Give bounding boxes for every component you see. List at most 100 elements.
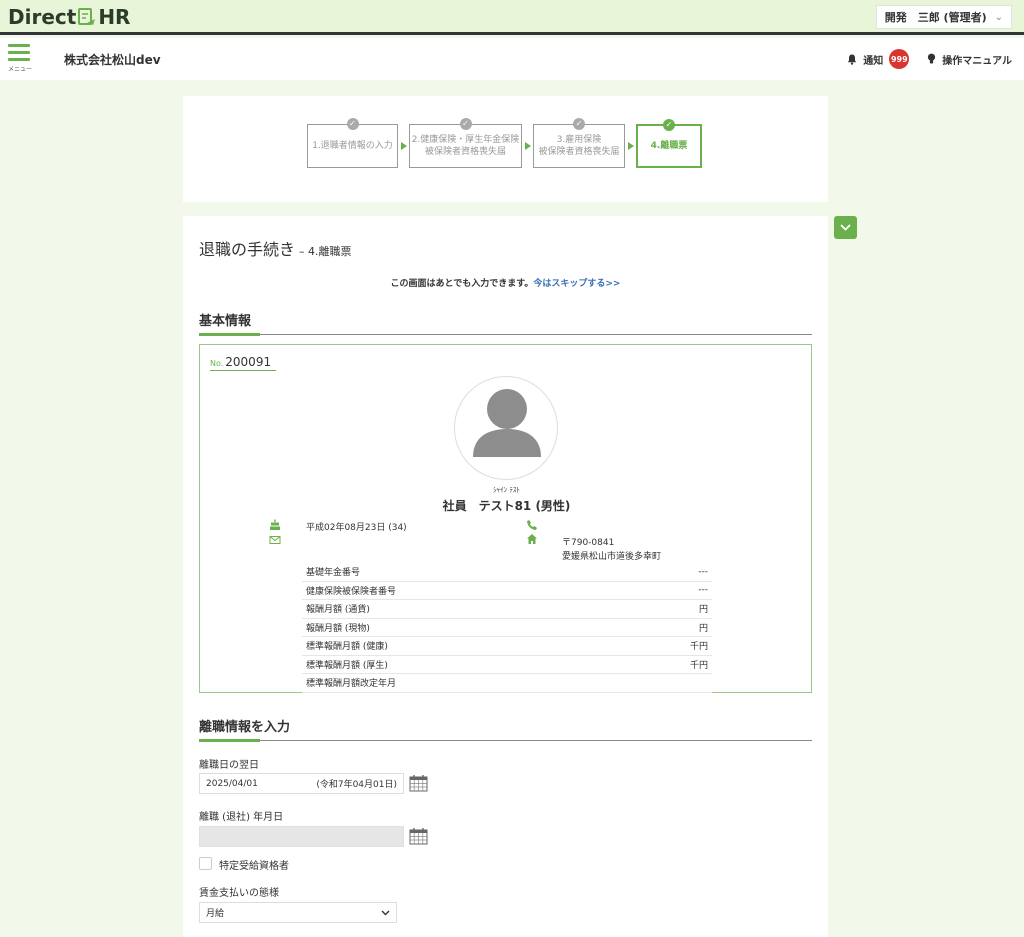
menu-button[interactable]: メニュー <box>8 44 33 73</box>
payment-type-value: 月給 <box>206 909 225 919</box>
notification-link[interactable]: 通知 <box>863 52 883 67</box>
avatar <box>454 376 558 480</box>
section-basic-info: 基本情報 <box>199 310 812 336</box>
notice-message: この画面はあとでも入力できます。 <box>390 279 534 289</box>
row-value: 円 <box>698 623 708 634</box>
manual-link[interactable]: 操作マニュアル <box>942 52 1012 67</box>
notification-count-badge[interactable]: 999 <box>889 49 910 69</box>
step-3: ✓ 3.雇用保険 被保険者資格喪失届 <box>533 118 625 168</box>
check-icon: ✓ <box>573 118 585 130</box>
row-label: 報酬月額 (現物) <box>306 623 370 634</box>
row-label: 報酬月額 (通貨) <box>306 605 370 616</box>
row-label: 標準報酬月額改定年月 <box>306 679 397 690</box>
step-arrow-icon <box>401 142 407 150</box>
step-arrow-icon <box>525 142 531 150</box>
row-label: 標準報酬月額 (厚生) <box>306 660 388 671</box>
step-arrow-icon <box>628 142 634 150</box>
special-qualified-checkbox[interactable] <box>199 857 212 870</box>
employee-info-box: No. 200091 ｼｬｲﾝ ﾃｽﾄ 社員 テスト81 (男性) 平成02年08… <box>199 344 812 693</box>
row-value: 千円 <box>689 660 708 671</box>
next-day-date-value: 2025/04/01 <box>206 778 258 789</box>
birthdate: 平成02年08月23日 (34) <box>306 523 407 533</box>
chevron-down-icon <box>381 910 390 915</box>
step-label: 3.雇用保険 <box>556 135 602 145</box>
main-card: 退職の手続き – 4.離職票 この画面はあとでも入力できます。今はスキップする>>… <box>183 216 828 937</box>
step-label: 被保険者資格喪失届 <box>424 147 506 157</box>
chevron-down-icon <box>840 224 851 231</box>
row-label: 標準報酬月額 (健康) <box>306 642 388 653</box>
info-row-monthly-pay-in-kind: 報酬月額 (現物) 円 <box>302 619 712 637</box>
phone-icon <box>527 520 537 530</box>
collapse-button[interactable] <box>834 216 857 239</box>
info-row-standard-pay-health: 標準報酬月額 (健康) 千円 <box>302 637 712 656</box>
row-label: 基礎年金番号 <box>306 568 361 579</box>
postal-code: 〒790-0841 <box>562 538 615 548</box>
employee-number-prefix: No. <box>210 359 224 368</box>
bell-icon[interactable] <box>847 54 857 65</box>
lightbulb-icon[interactable] <box>927 53 936 65</box>
row-value: 千円 <box>689 642 708 653</box>
next-day-label: 離職日の翌日 <box>199 760 259 771</box>
hamburger-icon-bar <box>8 51 30 54</box>
info-row-standard-pay-revision: 標準報酬月額改定年月 <box>302 674 712 693</box>
payment-type-label: 賃金支払いの態様 <box>199 888 279 899</box>
row-value: 円 <box>698 605 708 616</box>
row-value: --- <box>698 585 708 596</box>
company-name: 株式会社松山dev <box>64 53 161 67</box>
check-icon: ✓ <box>663 119 675 131</box>
page-subtitle: – 4.離職票 <box>299 245 352 258</box>
next-day-wareki: (令和7年04月01日) <box>316 780 397 790</box>
menu-label: メニュー <box>8 66 33 73</box>
retire-date-input[interactable] <box>199 826 404 847</box>
step-label: 2.健康保険・厚生年金保険 <box>411 135 520 145</box>
calendar-icon[interactable] <box>409 774 428 792</box>
special-qualified-label: 特定受給資格者 <box>219 861 289 872</box>
skip-link[interactable]: 今はスキップする>> <box>533 279 620 289</box>
user-menu-dropdown[interactable]: 開発 三郎 (管理者) ⌄ <box>875 5 1012 29</box>
next-day-date-input[interactable]: 2025/04/01 (令和7年04月01日) <box>199 773 404 794</box>
chevron-down-icon: ⌄ <box>994 11 1003 23</box>
logo-text-direct: Direct <box>8 5 77 29</box>
home-icon <box>527 534 537 544</box>
step-1: ✓ 1.退職者情報の入力 <box>307 118 398 168</box>
step-label: 被保険者資格喪失届 <box>538 147 620 157</box>
employee-number: No. 200091 <box>210 355 276 371</box>
app-header: メニュー 株式会社松山dev 通知 999 操作マニュアル <box>0 38 1024 80</box>
step-label: 1.退職者情報の入力 <box>312 141 393 151</box>
employee-name: 社員 テスト81 (男性) <box>442 499 571 513</box>
info-row-pension-number: 基礎年金番号 --- <box>302 563 712 582</box>
page-title-text: 退職の手続き <box>199 240 296 259</box>
header-actions: 通知 999 操作マニュアル <box>847 49 1012 69</box>
check-icon: ✓ <box>346 118 359 130</box>
steps-panel: ✓ 1.退職者情報の入力 ✓ 2.健康保険・厚生年金保険 被保険者資格喪失届 ✓… <box>183 96 828 202</box>
employee-name-kana: ｼｬｲﾝ ﾃｽﾄ <box>493 486 520 494</box>
row-value: --- <box>698 566 708 577</box>
hamburger-icon-bar <box>8 58 30 61</box>
page-title: 退職の手続き – 4.離職票 <box>199 236 352 260</box>
payment-type-select[interactable]: 月給 <box>199 902 397 923</box>
app-logo[interactable]: Direct HR <box>8 5 130 29</box>
row-label: 健康保険被保険者番号 <box>306 586 397 597</box>
check-icon: ✓ <box>459 118 472 130</box>
top-bar: Direct HR 開発 三郎 (管理者) ⌄ <box>0 0 1024 35</box>
address: 愛媛県松山市道後多幸町 <box>562 552 662 562</box>
step-label: 4.離職票 <box>650 141 688 151</box>
user-name: 開発 三郎 (管理者) <box>884 11 987 24</box>
hamburger-icon <box>8 44 30 47</box>
logo-document-icon <box>78 8 96 25</box>
retire-date-label: 離職 (退社) 年月日 <box>199 812 284 823</box>
person-icon <box>473 389 541 457</box>
info-row-monthly-pay-currency: 報酬月額 (通貨) 円 <box>302 600 712 619</box>
calendar-icon[interactable] <box>409 827 428 845</box>
notice-text: この画面はあとでも入力できます。今はスキップする>> <box>183 276 828 289</box>
step-4-active: ✓ 4.離職票 <box>636 119 702 168</box>
mail-icon <box>269 536 281 544</box>
section-retire-info: 離職情報を入力 <box>199 716 812 742</box>
step-2: ✓ 2.健康保険・厚生年金保険 被保険者資格喪失届 <box>409 118 522 168</box>
insurance-info-list: 基礎年金番号 --- 健康保険被保険者番号 --- 報酬月額 (通貨) 円 報酬月額 … <box>302 563 712 693</box>
info-row-standard-pay-pension: 標準報酬月額 (厚生) 千円 <box>302 656 712 674</box>
logo-text-hr: HR <box>98 5 131 29</box>
employee-number-value: 200091 <box>225 355 272 369</box>
info-row-health-insurance-number: 健康保険被保険者番号 --- <box>302 582 712 600</box>
birthday-cake-icon <box>270 519 280 530</box>
